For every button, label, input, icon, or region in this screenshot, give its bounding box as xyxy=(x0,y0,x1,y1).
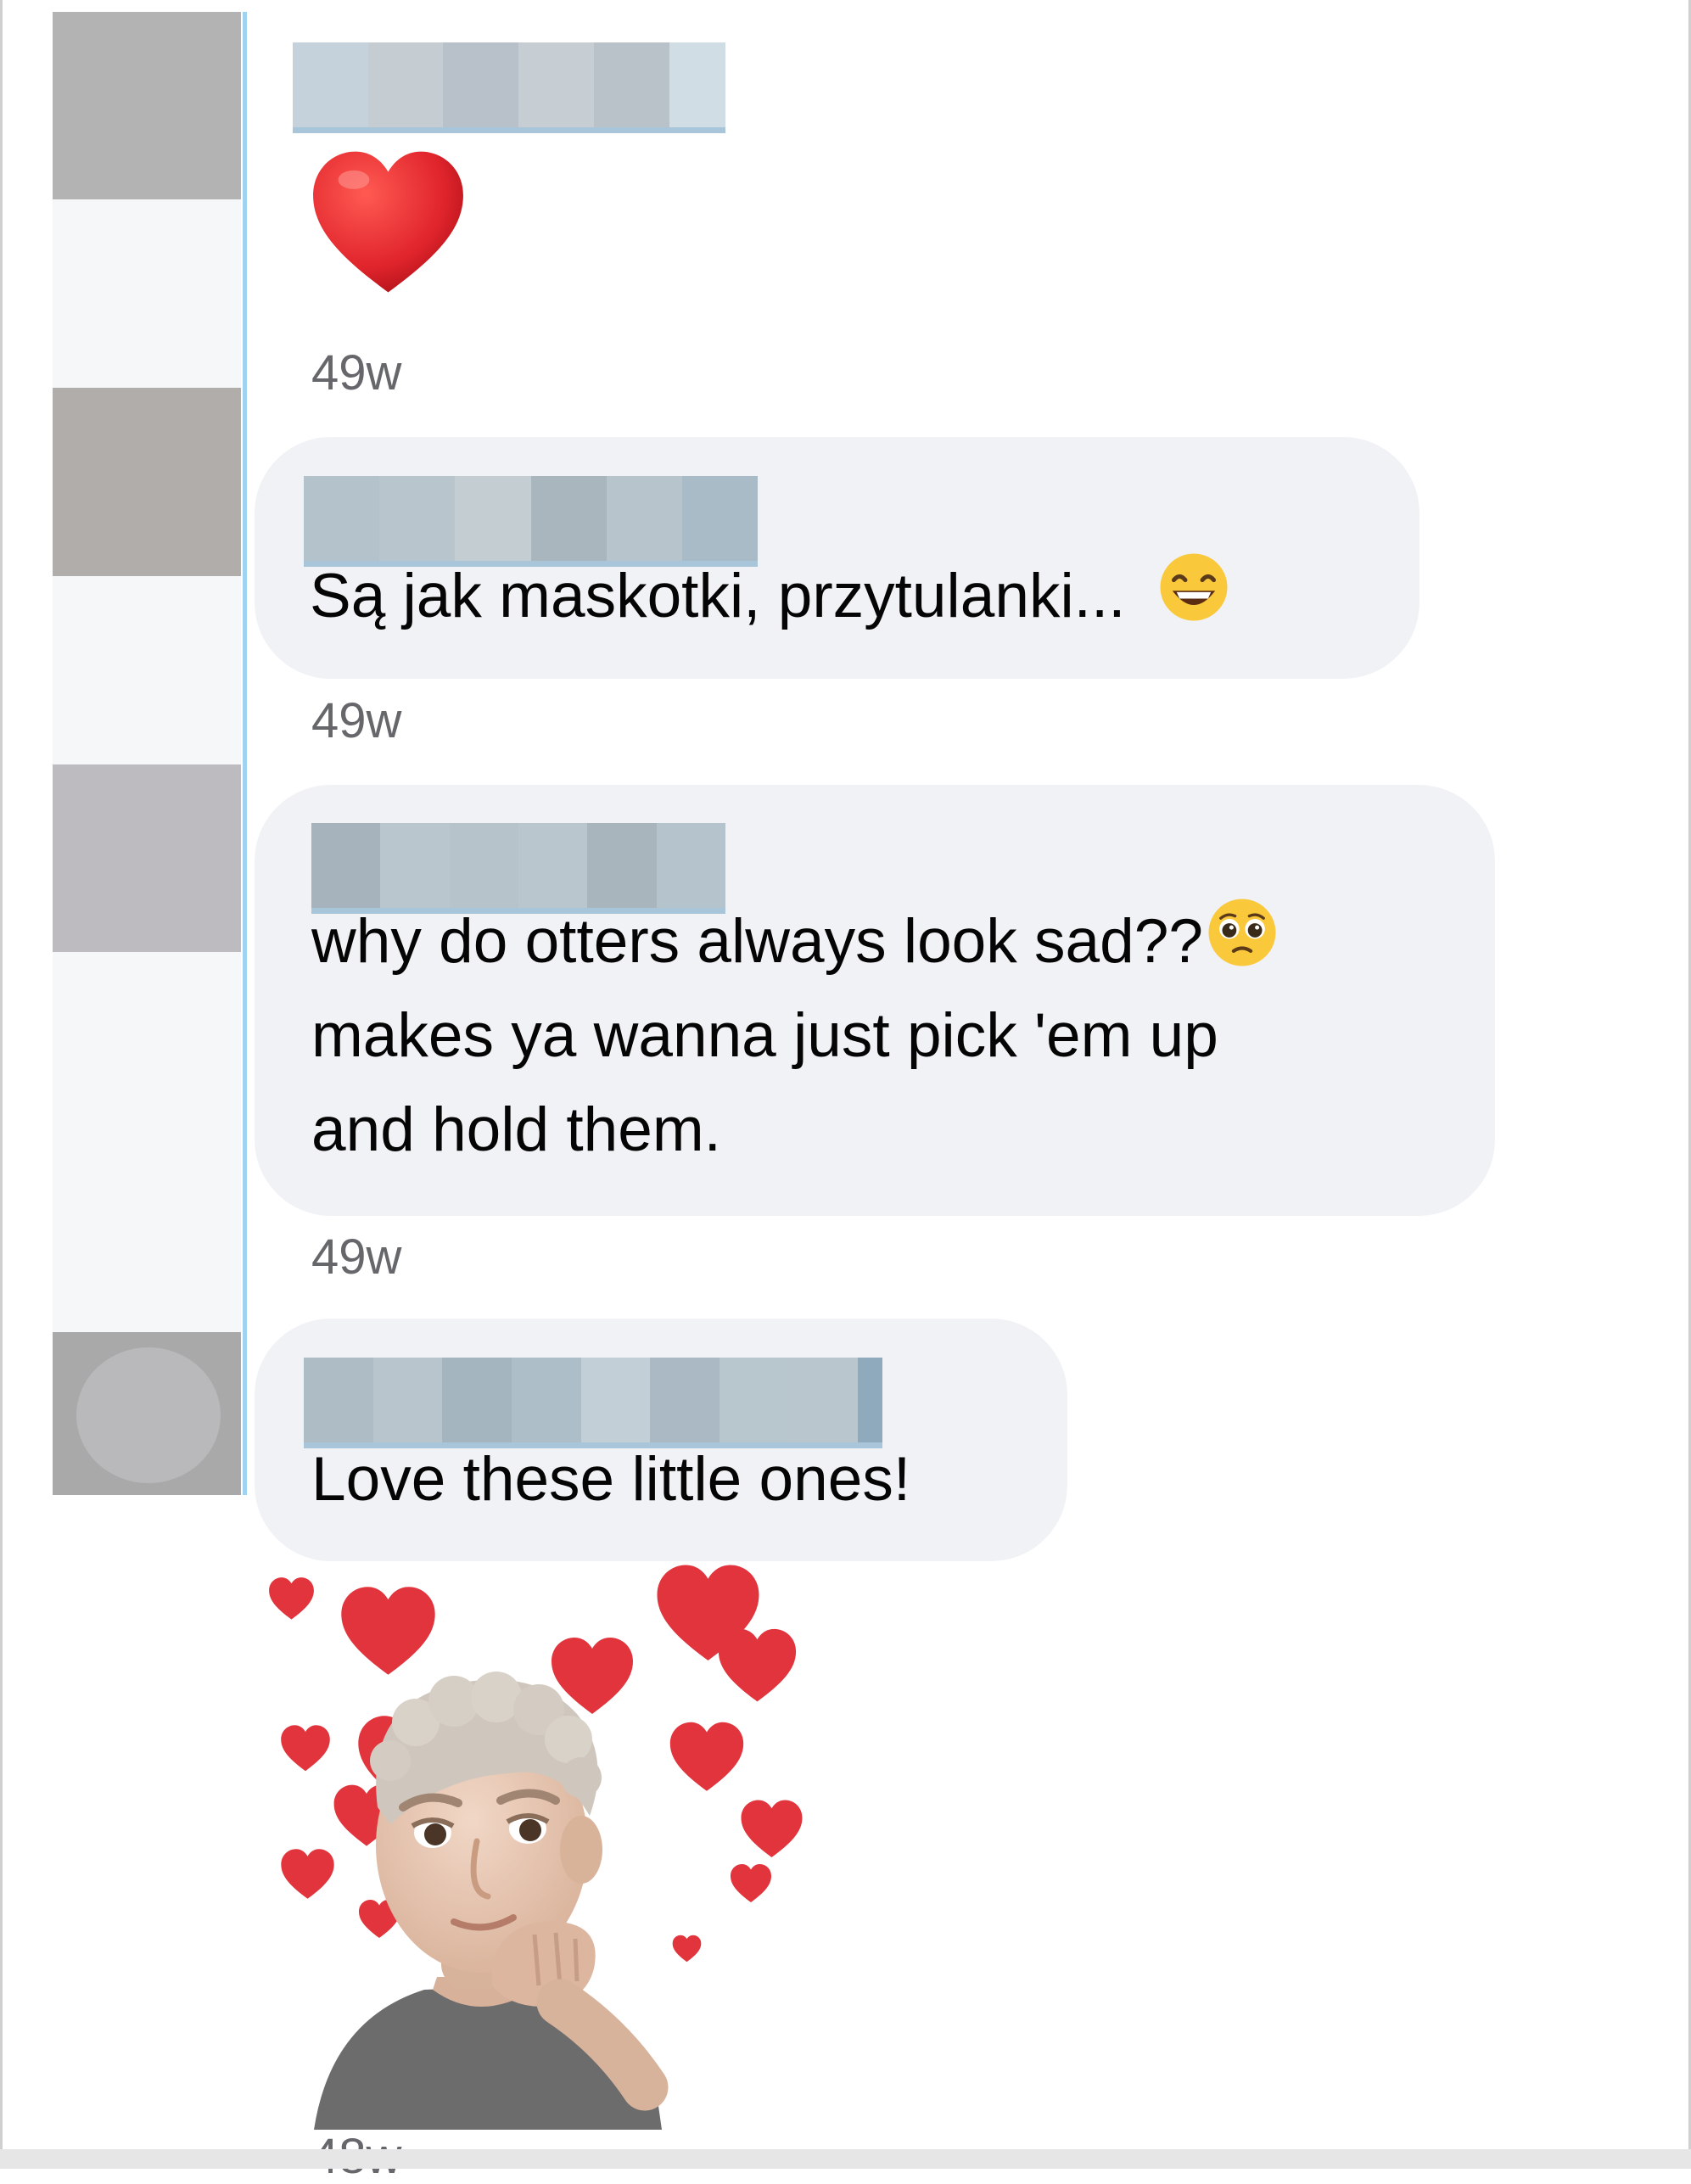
avatar-placeholder xyxy=(53,199,241,388)
reply-thread-line xyxy=(243,12,247,1495)
avatar[interactable] xyxy=(53,764,241,952)
avatar[interactable] xyxy=(53,388,241,576)
comment-text-line-3: and hold them. xyxy=(311,1095,721,1164)
avatar-placeholder xyxy=(53,576,241,764)
comment-text-line-1: why do otters always look sad?? xyxy=(311,894,1278,994)
avatar-with-hearts-sticker[interactable] xyxy=(255,1561,815,2138)
bottom-scroll-edge xyxy=(0,2149,1691,2169)
redacted-author-name[interactable] xyxy=(293,42,726,133)
comment-timestamp[interactable]: 49w xyxy=(311,1230,401,1285)
comment-text-line-2: makes ya wanna just pick 'em up xyxy=(311,1001,1218,1070)
comment-timestamp[interactable]: 49w xyxy=(311,346,401,400)
comment-timestamp[interactable]: 49w xyxy=(311,694,401,748)
grinning-face-with-smiling-eyes-icon xyxy=(1158,552,1229,649)
comment-text: Są jak maskotki, przytulanki... xyxy=(310,549,1229,649)
comment-text: Love these little ones! xyxy=(311,1445,911,1514)
window-edge-left xyxy=(0,0,3,2169)
pleading-face-icon xyxy=(1207,897,1278,994)
avatar[interactable] xyxy=(53,12,241,199)
avatar-placeholder xyxy=(53,952,241,1332)
avatar-face-blur xyxy=(76,1347,221,1483)
heart-reaction-icon xyxy=(310,148,467,297)
avatar[interactable] xyxy=(53,1332,241,1495)
